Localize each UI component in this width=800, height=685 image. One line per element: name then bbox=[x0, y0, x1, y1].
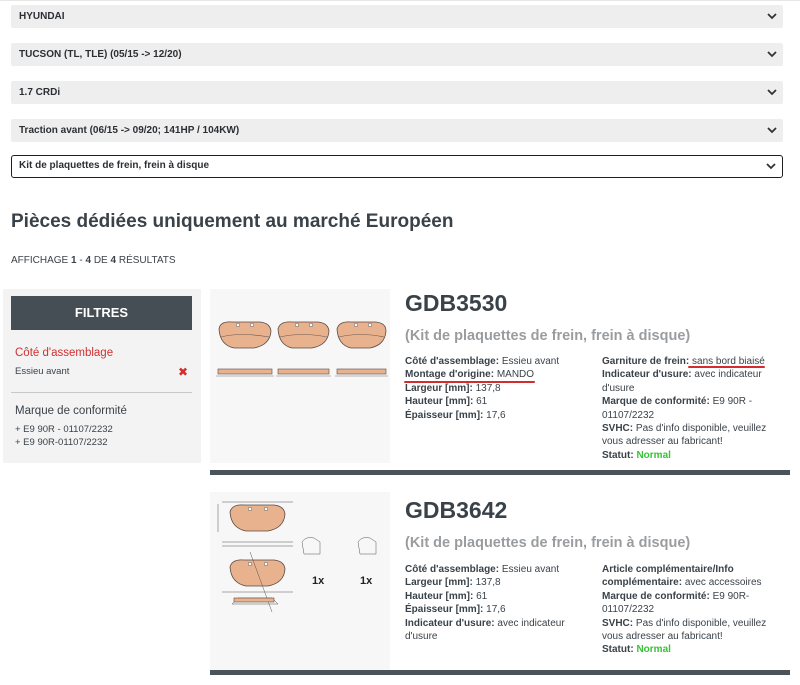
drivetrain-select-value: Traction avant (06/15 -> 09/20; 141HP / … bbox=[19, 125, 240, 136]
filter-active-item[interactable]: Essieu avant bbox=[15, 366, 69, 377]
spec-row: Côté d'assemblage: Essieu avant bbox=[405, 564, 560, 575]
product-specs-right: Article complémentaire/Info complémentai… bbox=[602, 563, 787, 657]
spec-row: SVHC: Pas d'info disponible, veuillez vo… bbox=[602, 617, 767, 643]
chevron-down-icon bbox=[766, 163, 776, 170]
filter-group-conformity: Marque de conformité bbox=[15, 405, 127, 417]
spec-row: Indicateur d'usure: avec indicateur d'us… bbox=[602, 369, 762, 394]
results-count: AFFICHAGE 1 - 4 DE 4 RÉSULTATS bbox=[11, 255, 176, 266]
page-heading: Pièces dédiées uniquement au marché Euro… bbox=[11, 211, 454, 232]
quantity-label: 1x bbox=[360, 575, 373, 587]
product-specs-right: Garniture de frein: sans bord biaisé Ind… bbox=[602, 355, 787, 462]
filter-option[interactable]: + E9 90R-01107/2232 bbox=[15, 437, 108, 448]
annotation-underline bbox=[404, 381, 535, 383]
model-select-value: TUCSON (TL, TLE) (05/15 -> 12/20) bbox=[19, 49, 182, 60]
spec-row: Épaisseur [mm]: 17,6 bbox=[405, 604, 506, 616]
spec-row: Indicateur d'usure: avec indicateur d'us… bbox=[405, 617, 565, 643]
spec-row: Marque de conformité: E9 90R-01107/2232 bbox=[602, 590, 750, 616]
model-select[interactable]: TUCSON (TL, TLE) (05/15 -> 12/20) bbox=[11, 43, 783, 66]
part-category-select-value: Kit de plaquettes de frein, frein à disq… bbox=[19, 160, 210, 171]
product-subtitle: (Kit de plaquettes de frein, frein à dis… bbox=[405, 535, 691, 551]
part-category-select[interactable]: Kit de plaquettes de frein, frein à disq… bbox=[11, 155, 783, 178]
product-specs-left: Côté d'assemblage: Essieu avant Montage … bbox=[405, 355, 595, 422]
spec-row: Statut: Normal bbox=[602, 644, 671, 656]
engine-select-value: 1.7 CRDi bbox=[19, 87, 61, 98]
chevron-down-icon bbox=[767, 51, 777, 58]
spec-row: Hauteur [mm]: 61 bbox=[405, 396, 488, 408]
spec-row: Épaisseur [mm]: 17,6 bbox=[405, 409, 506, 421]
brake-pad-drawing bbox=[216, 321, 388, 377]
brand-select[interactable]: HYUNDAI bbox=[11, 5, 783, 28]
brand-select-value: HYUNDAI bbox=[19, 11, 65, 22]
engine-select[interactable]: 1.7 CRDi bbox=[11, 81, 783, 104]
spec-row: Largeur [mm]: 137,8 bbox=[405, 577, 501, 589]
quantity-label: 1x bbox=[312, 575, 325, 587]
chevron-down-icon bbox=[767, 127, 777, 134]
annotation-underline bbox=[688, 366, 765, 368]
spec-row: Largeur [mm]: 137,8 bbox=[405, 382, 501, 394]
spec-row: SVHC: Pas d'info disponible, veuillez vo… bbox=[602, 423, 767, 448]
filters-title: FILTRES bbox=[11, 296, 192, 330]
product-code[interactable]: GDB3530 bbox=[405, 290, 507, 317]
chevron-down-icon bbox=[767, 13, 777, 20]
product-image-gdb3530[interactable] bbox=[210, 289, 390, 463]
filters-panel: FILTRES Côté d'assemblage Essieu avant ✖… bbox=[3, 289, 201, 463]
filter-option[interactable]: + E9 90R - 01107/2232 bbox=[15, 424, 113, 435]
filter-group-assembly-side[interactable]: Côté d'assemblage bbox=[15, 347, 113, 359]
spec-row: Article complémentaire/Info complémentai… bbox=[602, 564, 762, 589]
spec-row: Statut: Normal bbox=[602, 449, 671, 461]
product-code[interactable]: GDB3642 bbox=[405, 497, 507, 524]
product-separator bbox=[210, 470, 790, 475]
spec-row: Marque de conformité: E9 90R - 01107/223… bbox=[602, 396, 753, 421]
drivetrain-select[interactable]: Traction avant (06/15 -> 09/20; 141HP / … bbox=[11, 119, 783, 142]
spec-row: Montage d'origine: MANDO bbox=[405, 369, 535, 381]
product-separator bbox=[210, 670, 790, 675]
close-x-icon[interactable]: ✖ bbox=[178, 366, 188, 378]
top-frame-line bbox=[0, 0, 800, 1]
brake-pad-drawing: 1x 1x bbox=[217, 501, 377, 613]
filter-divider bbox=[11, 392, 192, 393]
product-image-gdb3642[interactable]: 1x 1x bbox=[210, 492, 390, 670]
product-specs-left: Côté d'assemblage: Essieu avant Largeur … bbox=[405, 563, 595, 643]
chevron-down-icon bbox=[767, 89, 777, 96]
spec-row: Hauteur [mm]: 61 bbox=[405, 590, 488, 602]
spec-row: Côté d'assemblage: Essieu avant bbox=[405, 356, 560, 367]
product-subtitle: (Kit de plaquettes de frein, frein à dis… bbox=[405, 328, 691, 344]
